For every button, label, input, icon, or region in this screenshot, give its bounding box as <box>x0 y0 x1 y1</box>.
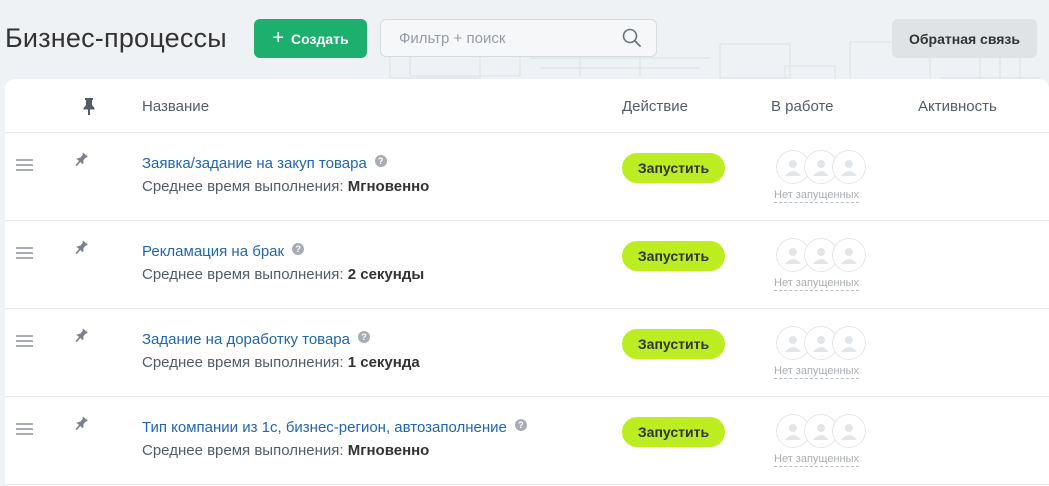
average-time: Среднее время выполнения: 1 секунда <box>142 354 420 371</box>
pin-icon[interactable] <box>73 152 89 168</box>
search-icon[interactable] <box>622 28 642 48</box>
avatar-group <box>776 326 868 360</box>
table-row: Заявка/задание на закуп товара ? Среднее… <box>5 133 1049 221</box>
no-running-link[interactable]: Нет запущенных <box>774 188 860 203</box>
pin-icon[interactable] <box>73 240 89 256</box>
drag-handle-icon[interactable] <box>16 335 33 347</box>
average-time-value: 1 секунда <box>347 354 420 371</box>
column-action: Действие <box>622 98 688 115</box>
run-button-label: Запустить <box>637 248 710 264</box>
table-header: Название Действие В работе Активность <box>5 79 1049 133</box>
run-button[interactable]: Запустить <box>622 329 725 359</box>
plus-icon: + <box>272 26 285 49</box>
average-time-label: Среднее время выполнения: <box>142 266 344 283</box>
help-icon[interactable]: ? <box>292 242 305 255</box>
user-avatar-icon <box>832 238 866 272</box>
no-running-link[interactable]: Нет запущенных <box>774 452 860 467</box>
average-time: Среднее время выполнения: Мгновенно <box>142 178 429 195</box>
average-time-value: Мгновенно <box>347 178 430 195</box>
run-button[interactable]: Запустить <box>622 153 725 183</box>
average-time-label: Среднее время выполнения: <box>142 442 344 459</box>
processes-table: Название Действие В работе Активность За… <box>5 79 1049 486</box>
no-running-link[interactable]: Нет запущенных <box>774 364 860 379</box>
page-header: Бизнес-процессы + Создать Обратная связь <box>0 0 1049 78</box>
process-title-link[interactable]: Тип компании из 1с, бизнес-регион, автоз… <box>142 419 507 436</box>
average-time-value: 2 секунды <box>347 266 425 283</box>
table-row: Рекламация на брак ? Среднее время выпол… <box>5 221 1049 309</box>
average-time: Среднее время выполнения: Мгновенно <box>142 442 429 459</box>
process-title-link[interactable]: Заявка/задание на закуп товара <box>142 155 367 172</box>
column-in-work: В работе <box>771 98 834 115</box>
search-box <box>380 19 657 57</box>
run-button-label: Запустить <box>637 336 710 352</box>
avatar-group <box>776 150 868 184</box>
create-button[interactable]: + Создать <box>254 19 367 58</box>
user-avatar-icon <box>832 150 866 184</box>
run-button-label: Запустить <box>637 424 710 440</box>
average-time-label: Среднее время выполнения: <box>142 178 344 195</box>
column-name[interactable]: Название <box>142 98 209 115</box>
search-input[interactable] <box>381 20 611 56</box>
average-time: Среднее время выполнения: 2 секунды <box>142 266 424 283</box>
table-row: Тип компании из 1с, бизнес-регион, автоз… <box>5 397 1049 485</box>
run-button-label: Запустить <box>637 160 710 176</box>
drag-handle-icon[interactable] <box>16 247 33 259</box>
no-running-link[interactable]: Нет запущенных <box>774 276 860 291</box>
column-activity: Активность <box>918 98 997 115</box>
user-avatar-icon <box>832 326 866 360</box>
pin-icon[interactable] <box>73 416 89 432</box>
drag-handle-icon[interactable] <box>16 423 33 435</box>
average-time-label: Среднее время выполнения: <box>142 354 344 371</box>
feedback-button-label: Обратная связь <box>909 30 1020 47</box>
help-icon[interactable]: ? <box>358 330 370 343</box>
pin-icon[interactable] <box>73 328 89 344</box>
feedback-button[interactable]: Обратная связь <box>892 19 1037 58</box>
user-avatar-icon <box>832 414 866 448</box>
help-icon[interactable]: ? <box>514 418 527 431</box>
page-title: Бизнес-процессы <box>5 23 227 53</box>
pin-column-icon[interactable] <box>82 97 96 115</box>
help-icon[interactable]: ? <box>374 154 387 167</box>
run-button[interactable]: Запустить <box>622 417 725 447</box>
drag-handle-icon[interactable] <box>16 159 33 171</box>
create-button-label: Создать <box>291 30 349 47</box>
run-button[interactable]: Запустить <box>622 241 725 271</box>
avatar-group <box>776 238 868 272</box>
process-title-link[interactable]: Задание на доработку товара <box>142 331 350 348</box>
table-row: Задание на доработку товара ? Среднее вр… <box>5 309 1049 397</box>
average-time-value: Мгновенно <box>347 442 430 459</box>
avatar-group <box>776 414 868 448</box>
process-title-link[interactable]: Рекламация на брак <box>142 243 284 260</box>
